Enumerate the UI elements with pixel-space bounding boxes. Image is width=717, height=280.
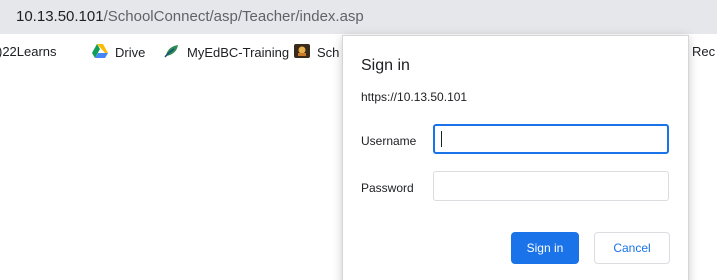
bookmark-label: Drive [115, 45, 146, 60]
bookmark-label: )22Learns [0, 44, 57, 59]
url-path: /SchoolConnect/asp/Teacher/index.asp [103, 8, 364, 25]
dialog-origin: https://10.13.50.101 [361, 90, 468, 104]
bookmark-drive[interactable]: Drive [92, 44, 145, 61]
cancel-button[interactable]: Cancel [594, 232, 670, 264]
bookmark-label: Rec [692, 44, 716, 59]
school-icon [294, 44, 310, 61]
password-label: Password [361, 181, 414, 195]
sign-in-dialog: Sign in https://10.13.50.101 Username Pa… [343, 36, 688, 280]
bookmark-22learns[interactable]: )22Learns [0, 44, 57, 59]
leaf-icon [164, 44, 180, 61]
address-bar[interactable]: 10.13.50.101/SchoolConnect/asp/Teacher/i… [0, 0, 717, 34]
username-label: Username [361, 134, 417, 148]
password-field[interactable] [433, 171, 669, 201]
username-field[interactable] [433, 124, 669, 154]
bookmark-label: MyEdBC-Training [187, 45, 290, 60]
sign-in-button[interactable]: Sign in [511, 232, 579, 264]
url-text[interactable]: 10.13.50.101/SchoolConnect/asp/Teacher/i… [16, 8, 364, 25]
bookmark-label: Sch [317, 45, 340, 60]
bookmark-rec[interactable]: Rec [692, 44, 715, 59]
text-cursor [441, 131, 442, 147]
url-host: 10.13.50.101 [16, 8, 104, 25]
browser-window: 10.13.50.101/SchoolConnect/asp/Teacher/i… [0, 0, 717, 280]
bookmark-myedbc-training[interactable]: MyEdBC-Training [164, 44, 289, 61]
google-drive-icon [92, 44, 108, 61]
bookmark-school[interactable]: Sch [294, 44, 339, 61]
dialog-title: Sign in [361, 57, 410, 74]
